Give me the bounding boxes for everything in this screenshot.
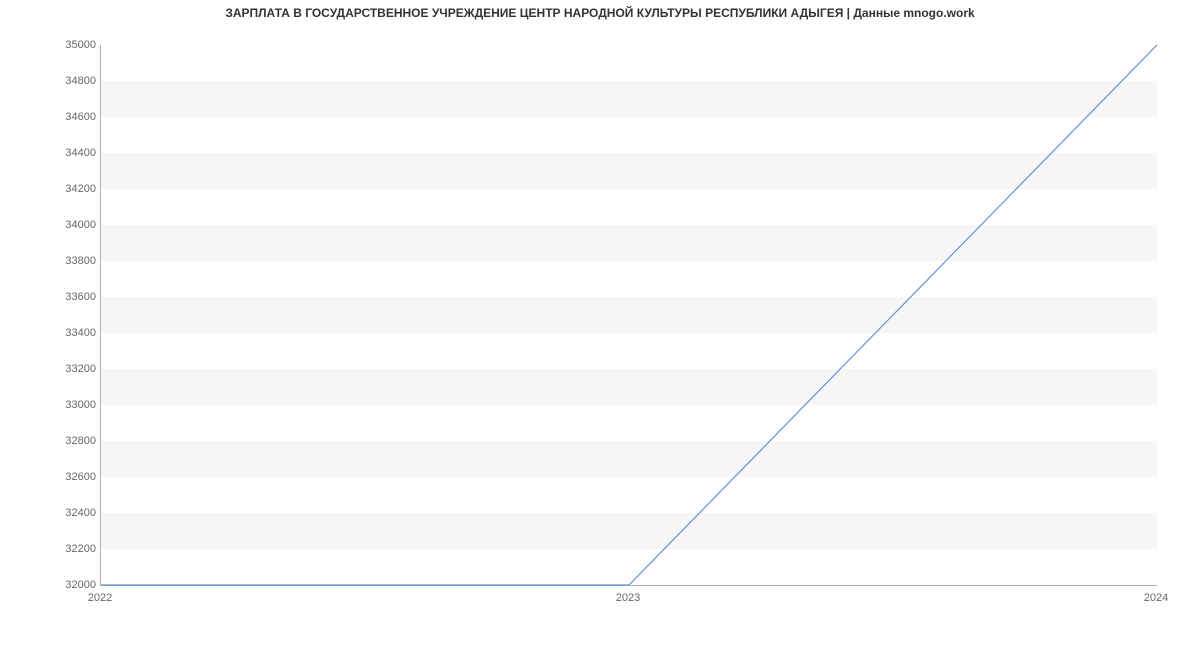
y-tick-label: 34400 (50, 147, 96, 159)
chart-title: ЗАРПЛАТА В ГОСУДАРСТВЕННОЕ УЧРЕЖДЕНИЕ ЦЕ… (0, 6, 1200, 20)
plot-area (100, 45, 1157, 586)
y-tick-label: 33800 (50, 255, 96, 267)
chart-container: ЗАРПЛАТА В ГОСУДАРСТВЕННОЕ УЧРЕЖДЕНИЕ ЦЕ… (0, 0, 1200, 650)
x-tick-label: 2023 (616, 592, 640, 604)
series-line (101, 45, 1157, 585)
y-tick-label: 34200 (50, 183, 96, 195)
y-tick-label: 33200 (50, 363, 96, 375)
y-tick-label: 34600 (50, 111, 96, 123)
y-tick-label: 34800 (50, 75, 96, 87)
y-tick-label: 32600 (50, 471, 96, 483)
y-tick-label: 32800 (50, 435, 96, 447)
y-tick-label: 33400 (50, 327, 96, 339)
y-tick-label: 33000 (50, 399, 96, 411)
x-tick-label: 2024 (1144, 592, 1168, 604)
y-tick-label: 34000 (50, 219, 96, 231)
y-tick-label: 32400 (50, 507, 96, 519)
x-tick-label: 2022 (88, 592, 112, 604)
y-tick-label: 32000 (50, 579, 96, 591)
y-tick-label: 33600 (50, 291, 96, 303)
y-tick-label: 35000 (50, 39, 96, 51)
y-tick-label: 32200 (50, 543, 96, 555)
line-series (101, 45, 1157, 585)
